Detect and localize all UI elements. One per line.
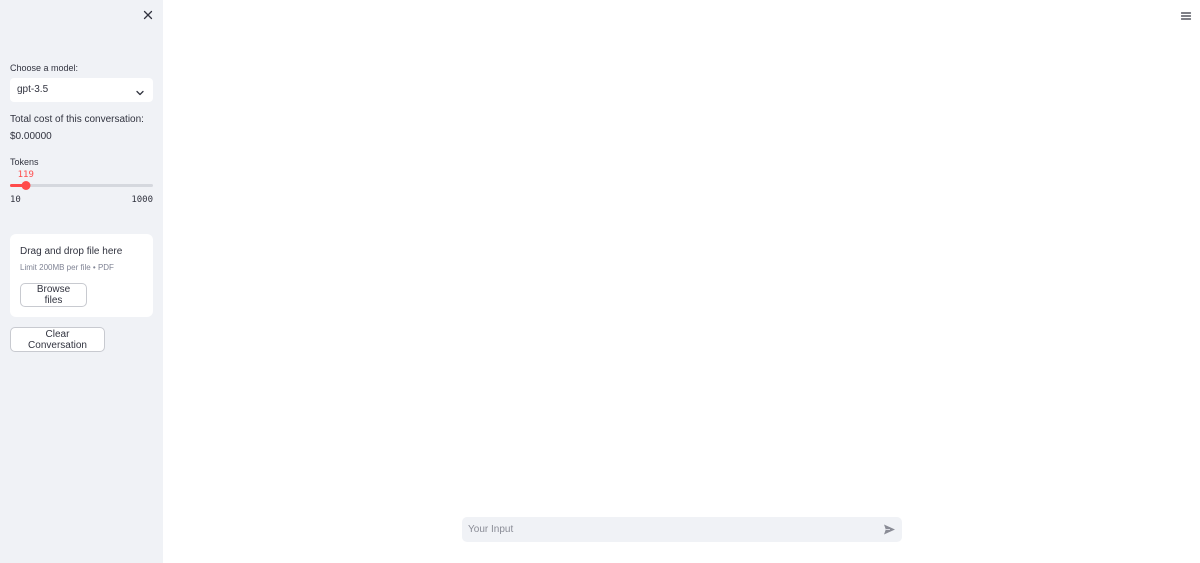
close-icon[interactable] <box>140 7 156 23</box>
send-icon[interactable] <box>883 523 896 536</box>
browse-files-button[interactable]: Browse files <box>20 283 87 307</box>
app-root: Choose a model: gpt-3.5 Total cost of th… <box>0 0 1200 563</box>
model-select-value: gpt-3.5 <box>17 84 49 95</box>
cost-value: $0.00000 <box>10 131 52 142</box>
clear-conversation-button[interactable]: Clear Conversation <box>10 327 105 352</box>
sidebar: Choose a model: gpt-3.5 Total cost of th… <box>0 0 163 563</box>
chevron-down-icon <box>135 85 145 96</box>
tokens-slider-label: Tokens <box>10 157 39 167</box>
tokens-slider-min: 10 <box>10 195 21 205</box>
chat-input[interactable] <box>462 517 872 542</box>
cost-label: Total cost of this conversation: <box>10 114 144 125</box>
tokens-slider-thumb[interactable] <box>21 181 31 190</box>
chat-input-container <box>462 517 902 542</box>
hamburger-menu-icon[interactable] <box>1180 9 1192 21</box>
tokens-slider-value: 119 <box>17 170 34 180</box>
dropzone-title: Drag and drop file here <box>20 246 123 257</box>
tokens-slider-max: 1000 <box>131 195 153 205</box>
tokens-slider[interactable] <box>10 181 153 190</box>
file-dropzone[interactable]: Drag and drop file here Limit 200MB per … <box>10 234 153 317</box>
model-select[interactable]: gpt-3.5 <box>10 78 153 102</box>
dropzone-limit: Limit 200MB per file • PDF <box>20 263 114 272</box>
model-select-label: Choose a model: <box>10 63 79 73</box>
